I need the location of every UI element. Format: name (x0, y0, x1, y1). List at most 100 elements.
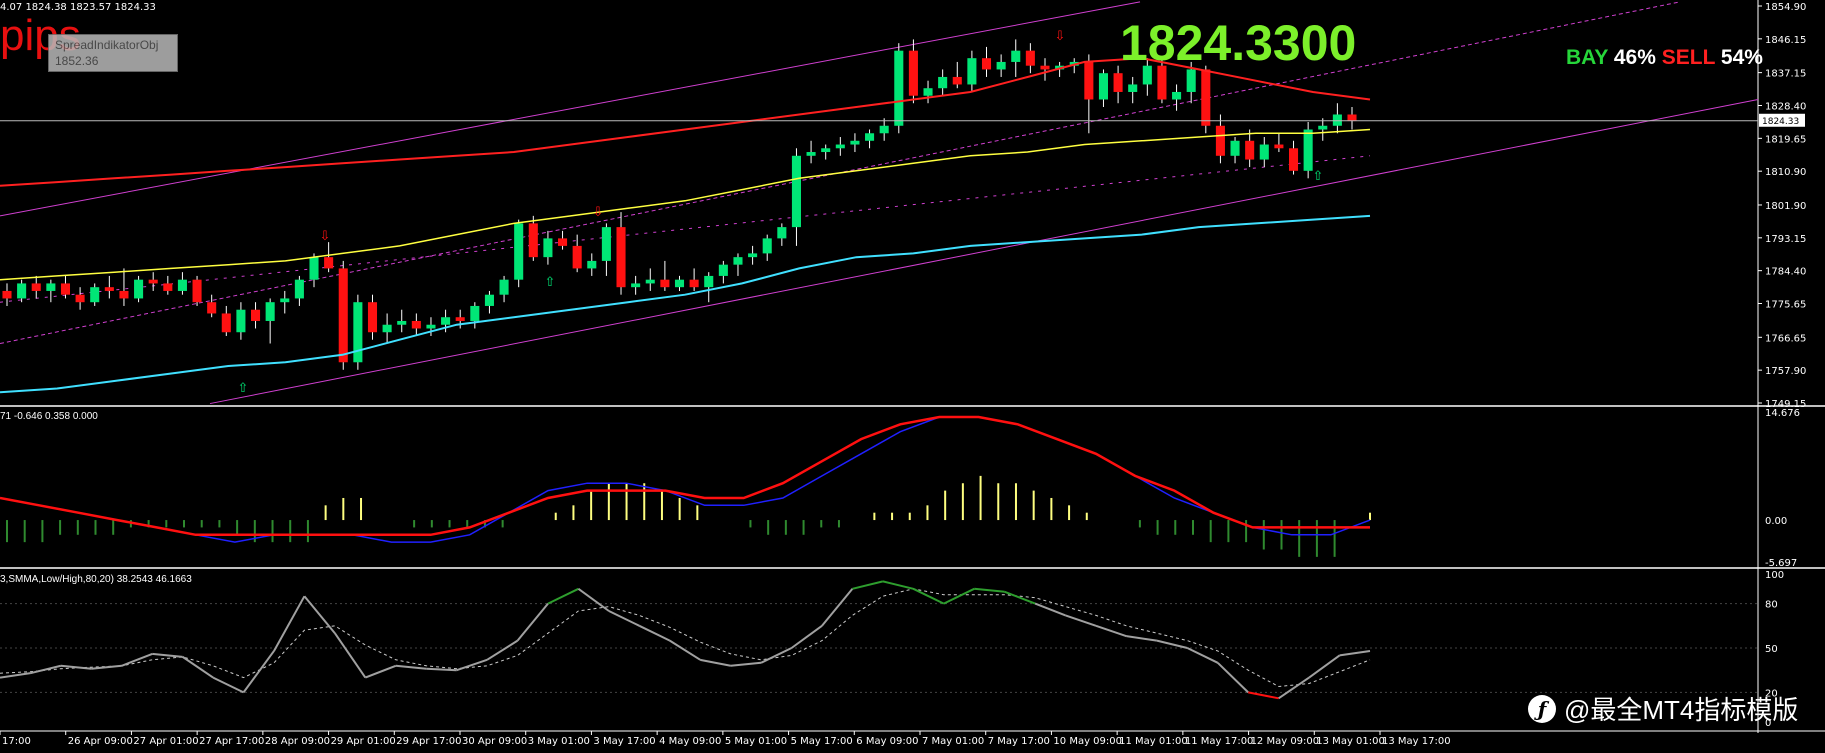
stoch-main-segment (395, 664, 427, 670)
time-tick-label: 6 May 09:00 (856, 736, 918, 747)
bull-candle (499, 279, 509, 295)
stoch-main-segment (1156, 639, 1188, 649)
price-tick-label: 1846.15 (1765, 35, 1806, 46)
bull-candle (1230, 140, 1240, 156)
bull-candle (791, 155, 801, 228)
stoch-main-segment (700, 658, 731, 667)
bear-candle (908, 50, 918, 96)
stoch-main-segment (1065, 614, 1097, 627)
macd-tick-label: -5.697 (1765, 558, 1797, 569)
bear-candle (1347, 114, 1357, 121)
bear-candle (981, 58, 992, 70)
chart-canvas[interactable]: 1854.90 1846.15 1837.15 1828.40 1819.65 1810.… (0, 0, 1825, 753)
bull-candle (1332, 114, 1342, 126)
time-tick-label: 11 May 01:00 (1119, 736, 1188, 747)
stoch-main-segment (912, 587, 945, 605)
bull-candle (1098, 73, 1108, 100)
time-tick-label: 7 May 17:00 (988, 736, 1050, 747)
time-tick-label: 4 May 09:00 (659, 736, 721, 747)
bear-candle (1040, 65, 1050, 70)
bear-candle (952, 76, 962, 85)
price-tick-label: 1766.65 (1765, 333, 1806, 344)
bull-candle (46, 283, 56, 291)
bull-candle (265, 302, 275, 321)
lower-band-line (0, 214, 1371, 394)
time-tick-label: 27 Apr 01:00 (133, 736, 198, 747)
price-tick-label: 1819.65 (1765, 134, 1806, 145)
spread-object-name: SpreadIndikatorObj (55, 38, 159, 52)
bear-candle (1274, 144, 1284, 149)
bear-candle (411, 320, 421, 329)
stoch-main-segment (1095, 624, 1127, 638)
bull-candle (996, 61, 1006, 70)
bull-candle (543, 238, 553, 258)
bear-candle (251, 309, 261, 321)
bull-candle (177, 279, 187, 291)
bull-candle (90, 287, 100, 303)
stoch-main-segment (730, 661, 762, 667)
bear-candle (528, 223, 538, 258)
bear-candle (192, 279, 202, 303)
price-tick-label: 1775.65 (1765, 300, 1806, 311)
stoch-tick-label: 80 (1765, 600, 1778, 611)
stoch-main-segment (760, 647, 792, 664)
stoch-main-segment (974, 587, 1005, 593)
bear-candle (572, 245, 582, 269)
macd-main-line (0, 416, 1371, 543)
bear-candle (2, 290, 12, 299)
watermark-text: @最全MT4指标模版 (1564, 695, 1799, 725)
stoch-main-segment (334, 632, 367, 679)
bull-candle (1259, 144, 1269, 160)
buy-arrow-icon: ⇧ (1313, 169, 1324, 184)
bear-candle (616, 227, 626, 288)
stoch-main-segment (943, 587, 975, 605)
stoch-main-segment (182, 656, 214, 679)
bull-candle (645, 279, 655, 284)
macd-readout: 71 -0.646 0.358 0.000 (0, 411, 98, 422)
bull-candle (601, 227, 611, 261)
stoch-main-segment (638, 624, 671, 642)
bear-candle (1215, 125, 1225, 156)
time-tick-label: 13 May 17:00 (1382, 736, 1451, 747)
sell-arrow-icon: ⇩ (1055, 29, 1066, 44)
bull-candle (280, 298, 290, 303)
bear-candle (1288, 148, 1299, 171)
bull-candle (967, 58, 977, 85)
bull-candle (923, 88, 933, 96)
price-tick-label: 1828.40 (1765, 101, 1806, 112)
time-tick-label: 30 Apr 09:00 (462, 736, 527, 747)
stoch-main-segment (790, 624, 823, 649)
time-tick-label: 3 May 17:00 (593, 736, 655, 747)
buy-sell-ratio: BAY 46% SELL 54% (1566, 46, 1763, 70)
bear-candle (119, 290, 129, 299)
moving-average-line (0, 128, 1371, 281)
current-price-display: 1824.3300 (1120, 15, 1357, 71)
stoch-main-segment (547, 587, 579, 605)
bull-candle (762, 238, 772, 254)
spread-indicator-object[interactable]: SpreadIndikatorObj 1852.36 (48, 34, 178, 72)
bull-candle (733, 257, 743, 265)
stochastic-readout: 3,SMMA,Low/High,80,20) 38.2543 46.1663 (0, 574, 192, 585)
bear-candle (1245, 140, 1255, 160)
bull-candle (236, 309, 246, 333)
bear-candle (689, 279, 699, 288)
stoch-main-segment (1339, 649, 1371, 657)
bull-candle (718, 264, 728, 276)
buy-arrow-icon: ⇧ (545, 275, 556, 290)
bear-candle (163, 283, 173, 291)
sell-arrow-icon: ⇩ (593, 205, 604, 220)
stoch-main-segment (242, 650, 275, 693)
bull-candle (821, 148, 831, 153)
stoch-main-segment (1248, 691, 1279, 700)
bear-candle (31, 283, 41, 291)
price-tick-label: 1854.90 (1765, 2, 1806, 13)
time-tick-label: 13 May 01:00 (1316, 736, 1385, 747)
bull-candle (894, 50, 904, 126)
bear-candle (1084, 61, 1094, 100)
stoch-main-segment (273, 595, 306, 652)
time-tick-label: 26 Apr 09:00 (68, 736, 133, 747)
stoch-main-segment (364, 664, 397, 679)
bull-candle (484, 294, 494, 306)
time-tick-label: 29 Apr 17:00 (396, 736, 461, 747)
bull-candle (1186, 69, 1196, 92)
